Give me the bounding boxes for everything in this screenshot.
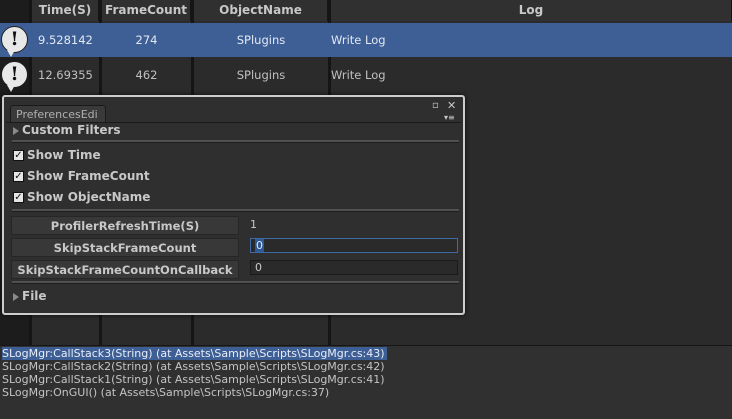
stack-trace-line[interactable]: SLogMgr:OnGUI() (at Assets\Sample\Script… [2, 386, 329, 399]
checkbox-show-objectname[interactable]: ✓ [13, 192, 24, 203]
skip-stack-frame-count-on-callback-value: 0 [255, 261, 262, 274]
stack-trace-panel[interactable]: SLogMgr:CallStack3(String) (at Assets\Sa… [0, 345, 732, 419]
stack-trace-line[interactable]: SLogMgr:CallStack2(String) (at Assets\Sa… [2, 360, 385, 373]
divider [12, 140, 459, 143]
log-row-time: 12.69355 [38, 68, 93, 82]
log-row-time: 9.528142 [38, 33, 93, 47]
header-time[interactable]: Time(S) [32, 0, 99, 21]
log-row-objectname: SPlugins [236, 68, 286, 82]
divider [12, 281, 459, 284]
divider [12, 209, 459, 212]
log-row-message: Write Log [331, 68, 386, 82]
log-row-message: Write Log [331, 33, 386, 47]
profiler-refresh-time-value: 1 [250, 218, 257, 231]
checkbox-show-time[interactable]: ✓ [13, 150, 24, 161]
maximize-icon[interactable]: ▫ [432, 101, 439, 111]
skip-stack-frame-count-label: SkipStackFrameCount [11, 238, 239, 257]
close-icon[interactable]: ✕ [447, 100, 456, 111]
menu-icon[interactable]: ▾≡ [444, 113, 455, 123]
profiler-refresh-time-field[interactable]: 1 [246, 218, 454, 233]
show-framecount-label[interactable]: Show FrameCount [27, 169, 150, 183]
icon-column-header [0, 0, 29, 21]
chevron-right-icon[interactable] [13, 293, 19, 301]
log-row[interactable]: ! 12.69355 462 SPlugins Write Log [0, 58, 732, 92]
log-row-framecount: 274 [135, 33, 158, 47]
custom-filters-foldout[interactable]: Custom Filters [22, 123, 121, 137]
skip-stack-frame-count-on-callback-label: SkipStackFrameCountOnCallback [11, 260, 239, 279]
skip-stack-frame-count-field[interactable]: 0 [250, 238, 458, 253]
chevron-right-icon[interactable] [13, 127, 19, 135]
tab-preferences-editor[interactable]: PreferencesEdi [10, 105, 106, 122]
profiler-refresh-time-label: ProfilerRefreshTime(S) [11, 216, 239, 235]
stack-trace-line[interactable]: SLogMgr:CallStack3(String) (at Assets\Sa… [2, 347, 387, 360]
header-log[interactable]: Log [331, 0, 732, 21]
stack-trace-line[interactable]: SLogMgr:CallStack1(String) (at Assets\Sa… [2, 373, 385, 386]
log-row-framecount: 462 [135, 68, 158, 82]
log-row[interactable]: ! 9.528142 274 SPlugins Write Log [0, 23, 732, 57]
file-foldout[interactable]: File [22, 289, 47, 303]
checkbox-show-framecount[interactable]: ✓ [13, 171, 24, 182]
message-bubble-icon: ! [1, 26, 28, 57]
show-objectname-label[interactable]: Show ObjectName [27, 190, 150, 204]
header-objectname[interactable]: ObjectName [194, 0, 328, 21]
message-bubble-icon: ! [1, 61, 28, 92]
header-framecount[interactable]: FrameCount [102, 0, 191, 21]
preferences-window[interactable]: PreferencesEdi ▫ ✕ ▾≡ Custom Filters ✓ S… [2, 95, 465, 315]
skip-stack-frame-count-value: 0 [255, 239, 264, 252]
skip-stack-frame-count-on-callback-field[interactable]: 0 [250, 260, 458, 275]
log-row-objectname: SPlugins [236, 33, 286, 47]
show-time-label[interactable]: Show Time [27, 148, 101, 162]
